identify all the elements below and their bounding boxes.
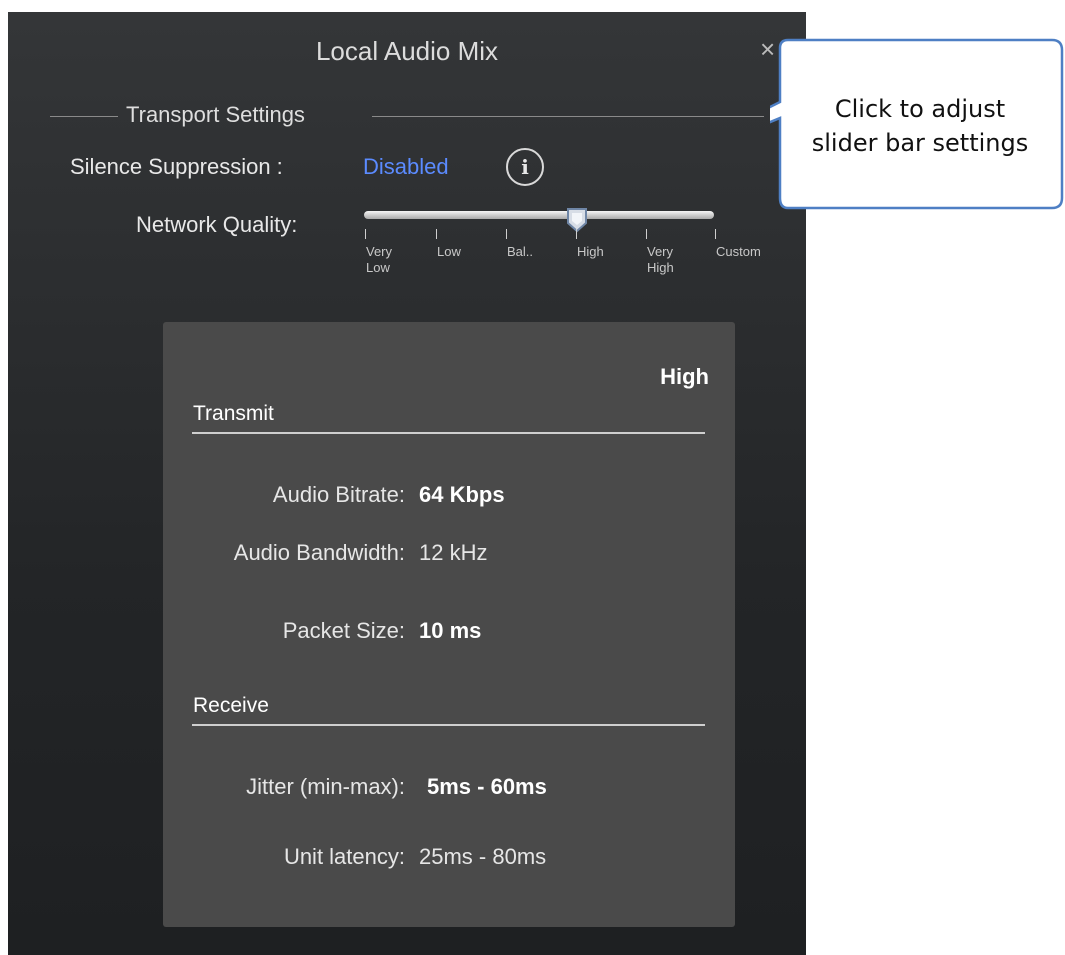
selected-level: High	[660, 364, 709, 389]
packet-size-label: Packet Size:	[282, 618, 405, 643]
slider-tick	[506, 229, 507, 239]
callout-line-1: Click to adjust	[834, 95, 1006, 123]
slider-tick	[646, 229, 647, 239]
network-quality-slider-track[interactable]	[364, 211, 714, 219]
callout-line-2: slider bar settings	[811, 129, 1029, 157]
info-icon[interactable]: i	[506, 148, 544, 186]
dialog-panel: Local Audio Mix × Transport Settings Sil…	[8, 12, 806, 955]
slider-level-label[interactable]: Bal..	[507, 244, 533, 260]
callout-text: Click to adjust slider bar settings	[780, 92, 1060, 160]
slider-thumb[interactable]	[566, 207, 588, 233]
section-title: Transport Settings	[126, 102, 305, 127]
quality-details-card: High Transmit Audio Bitrate: 64 Kbps Aud…	[163, 322, 735, 927]
slider-level-label[interactable]: Very Low	[366, 244, 392, 276]
slider-tick	[436, 229, 437, 239]
network-quality-label: Network Quality:	[136, 212, 298, 237]
legend-line-right	[372, 116, 764, 117]
unit-latency-label: Unit latency:	[283, 844, 405, 869]
slider-level-label[interactable]: High	[577, 244, 604, 260]
packet-size-value: 10 ms	[419, 618, 482, 643]
receive-divider	[192, 724, 705, 726]
slider-tick	[715, 229, 716, 239]
slider-tick	[365, 229, 366, 239]
audio-bitrate-value: 64 Kbps	[419, 482, 505, 507]
audio-bitrate-label: Audio Bitrate:	[272, 482, 405, 507]
jitter-label: Jitter (min-max):	[246, 774, 405, 799]
unit-latency-value: 25ms - 80ms	[419, 844, 547, 869]
dialog-title: Local Audio Mix	[315, 36, 499, 66]
audio-bandwidth-label: Audio Bandwidth:	[233, 540, 405, 565]
slider-level-label[interactable]: Custom	[716, 244, 761, 260]
transmit-divider	[192, 432, 705, 434]
slider-level-label[interactable]: Very High	[647, 244, 674, 276]
receive-heading: Receive	[193, 694, 269, 717]
transmit-heading: Transmit	[193, 402, 274, 425]
silence-suppression-label: Silence Suppression :	[70, 154, 283, 179]
audio-bandwidth-value: 12 kHz	[419, 540, 488, 565]
slider-level-label[interactable]: Low	[437, 244, 461, 260]
jitter-value: 5ms - 60ms	[427, 774, 547, 799]
legend-line-left	[50, 116, 118, 117]
slider-tick	[576, 229, 577, 239]
silence-suppression-link[interactable]: Disabled	[363, 154, 449, 180]
